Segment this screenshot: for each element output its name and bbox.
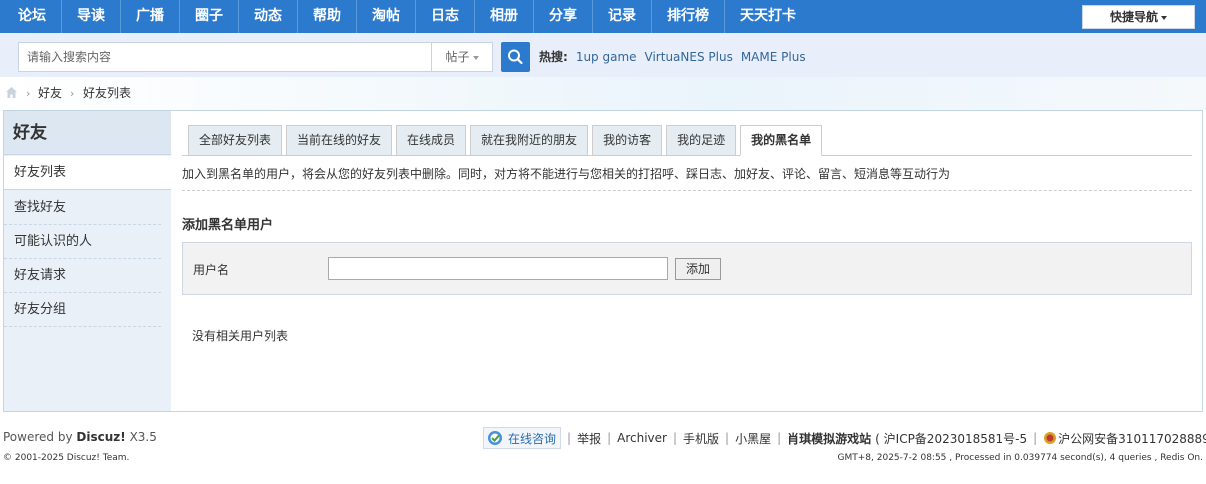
breadcrumb-separator: › [70,87,75,100]
hot-link[interactable]: 1up game [576,47,637,67]
nav-item-album[interactable]: 相册 [475,0,534,33]
search-type-label: 帖子 [445,50,470,64]
add-blacklist-form: 用户名 添加 [182,242,1192,295]
username-input[interactable] [328,257,668,280]
search-icon [508,49,523,65]
nav-item-broadcast[interactable]: 广播 [121,0,180,33]
home-icon[interactable] [5,86,18,99]
search-input[interactable] [18,42,432,72]
chevron-down-icon [472,55,479,60]
footer-links: 在线咨询 | 举报 | Archiver | 手机版 | 小黑屋 | 肖琪模拟游… [483,427,1206,449]
footer-separator: | [777,431,782,445]
tab-my-visitors[interactable]: 我的访客 [592,125,663,156]
tab-online-members[interactable]: 在线成员 [396,125,467,156]
search-bar: 帖子 热搜: 1up game VirtuaNES Plus MAME Plus [0,33,1206,77]
footer-link-blackroom[interactable]: 小黑屋 [735,430,771,447]
powered-version: X3.5 [129,430,157,444]
section-title: 添加黑名单用户 [182,218,274,233]
nav-item-blog[interactable]: 日志 [416,0,475,33]
nav-item-collection[interactable]: 淘帖 [357,0,416,33]
sidebar-item-friend-groups[interactable]: 好友分组 [4,293,161,327]
hot-link[interactable]: MAME Plus [741,47,806,67]
tab-all-friends[interactable]: 全部好友列表 [188,125,283,156]
quick-nav-label: 快捷导航 [1109,10,1158,24]
police-badge-icon [1044,432,1057,444]
breadcrumb-friend-list[interactable]: 好友列表 [83,86,131,101]
username-label: 用户名 [193,263,230,277]
breadcrumb-separator: › [26,87,31,100]
nav-item-guide[interactable]: 导读 [62,0,121,33]
footer-police-record[interactable]: 沪公网安备31011702888952号 ) [1058,430,1206,447]
empty-list-text: 没有相关用户列表 [192,329,289,343]
sidebar-item-friend-list[interactable]: 好友列表 [4,156,171,190]
nav-item-circle[interactable]: 圈子 [180,0,239,33]
search-type-select[interactable]: 帖子 [431,42,493,72]
nav-item-forum[interactable]: 论坛 [3,0,62,33]
footer-link-report[interactable]: 举报 [577,430,601,447]
online-consult-button[interactable]: 在线咨询 [483,427,562,449]
nav-item-help[interactable]: 帮助 [298,0,357,33]
powered-prefix: Powered by [3,430,73,444]
sidebar: 好友 好友列表 查找好友 可能认识的人 好友请求 好友分组 [4,111,171,411]
tab-bar: 全部好友列表 当前在线的好友 在线成员 就在我附近的朋友 我的访客 我的足迹 我… [188,125,826,156]
footer-separator: | [567,431,572,445]
footer-link-archiver[interactable]: Archiver [617,431,667,445]
nav-item-checkin[interactable]: 天天打卡 [725,0,811,33]
main-frame: 好友 好友列表 查找好友 可能认识的人 好友请求 好友分组 全部好友列表 当前在… [3,110,1203,412]
nav-item-ranking[interactable]: 排行榜 [652,0,725,33]
tab-my-blacklist[interactable]: 我的黑名单 [740,125,823,156]
search-button[interactable] [501,42,530,72]
chat-icon [488,431,502,445]
blacklist-notice: 加入到黑名单的用户，将会从您的好友列表中删除。同时，对方将不能进行与您相关的打招… [182,167,951,181]
footer-separator: | [725,431,730,445]
sidebar-title: 好友 [4,111,171,155]
footer-powered-by: Powered by Discuz! X3.5 [3,430,157,444]
footer-separator: | [672,431,678,445]
hot-link[interactable]: VirtuaNES Plus [645,47,733,67]
footer-copyright: © 2001-2025 Discuz! Team. [3,453,130,463]
nav-item-feed[interactable]: 动态 [239,0,298,33]
top-nav-items: 论坛 导读 广播 圈子 动态 帮助 淘帖 日志 相册 分享 记录 排行榜 天天打… [3,0,811,33]
sidebar-item-find-friends[interactable]: 查找好友 [4,191,161,225]
footer-separator: | [1033,431,1038,445]
nav-item-record[interactable]: 记录 [593,0,652,33]
top-nav: 论坛 导读 广播 圈子 动态 帮助 淘帖 日志 相册 分享 记录 排行榜 天天打… [0,0,1206,33]
online-consult-label: 在线咨询 [508,431,557,446]
sidebar-item-friend-requests[interactable]: 好友请求 [4,259,161,293]
breadcrumb: › 好友 › 好友列表 [0,77,1206,110]
hot-search: 热搜: 1up game VirtuaNES Plus MAME Plus [539,47,814,67]
nav-item-share[interactable]: 分享 [534,0,593,33]
tab-my-footprints[interactable]: 我的足迹 [666,125,737,156]
footer-icp[interactable]: ( 沪ICP备2023018581号-5 [875,430,1027,447]
footer-link-mobile[interactable]: 手机版 [683,430,719,447]
add-button[interactable]: 添加 [675,258,721,280]
quick-nav-button[interactable]: 快捷导航 [1082,5,1195,29]
tab-online-friends[interactable]: 当前在线的好友 [286,125,393,156]
chevron-down-icon [1161,15,1167,20]
tab-nearby-friends[interactable]: 就在我附近的朋友 [470,125,589,156]
sidebar-item-people-you-may-know[interactable]: 可能认识的人 [4,225,161,259]
breadcrumb-friends[interactable]: 好友 [38,86,62,101]
footer-site-name[interactable]: 肖琪模拟游戏站 [787,430,871,447]
dashed-divider [182,190,1192,191]
hot-search-label: 热搜: [539,50,568,64]
footer-status: GMT+8, 2025-7-2 08:55 , Processed in 0.0… [837,453,1203,463]
footer-separator: | [607,431,612,445]
content-area: 全部好友列表 当前在线的好友 在线成员 就在我附近的朋友 我的访客 我的足迹 我… [182,111,1192,411]
powered-brand[interactable]: Discuz! [76,430,125,444]
